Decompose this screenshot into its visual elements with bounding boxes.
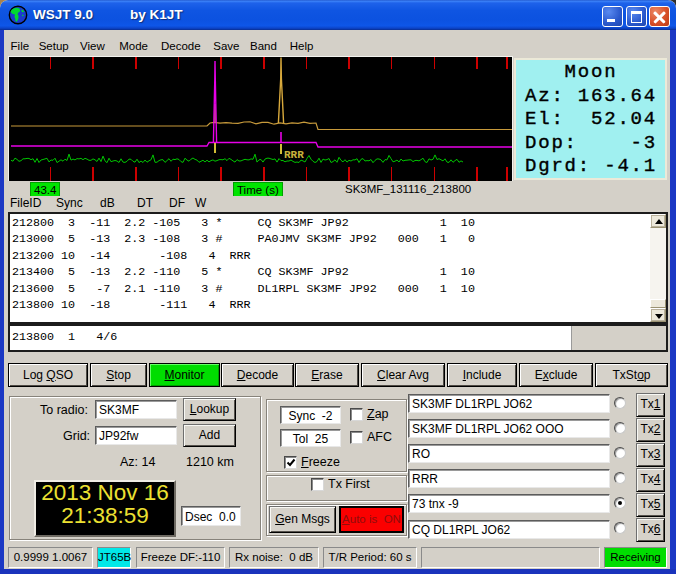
svg-text:RRR: RRR: [284, 149, 304, 161]
